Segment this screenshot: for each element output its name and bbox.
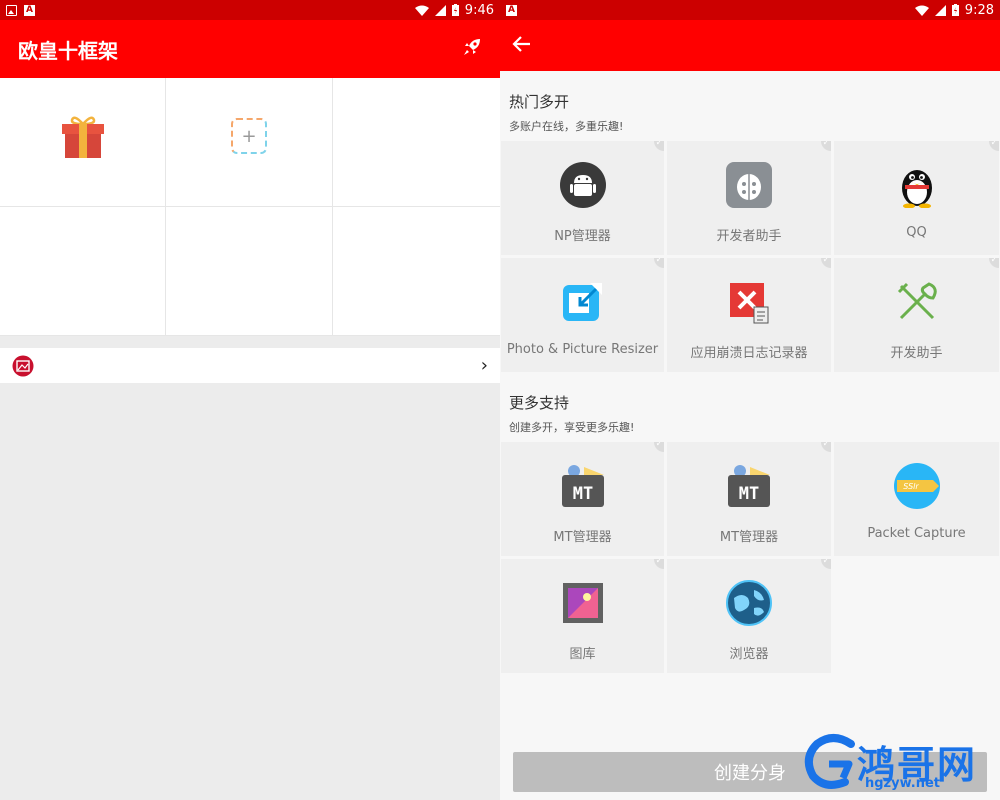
- app-grid: MT MT管理器 MT MT管理器 SSlr Packet Capture: [500, 442, 1000, 673]
- wifi-icon: [414, 5, 429, 16]
- add-icon: +: [231, 118, 267, 154]
- check-corner-icon: [815, 442, 831, 456]
- chevron-right-icon: ›: [480, 355, 488, 376]
- app-tile[interactable]: 图库: [501, 559, 664, 673]
- app-label: 应用崩溃日志记录器: [690, 346, 808, 361]
- check-corner-icon: [983, 258, 999, 272]
- launcher-grid: +: [0, 78, 500, 336]
- left-screen: A 9:46 欧皇十框架 + ›: [0, 0, 500, 800]
- ladybug-icon: [725, 161, 773, 209]
- wifi-icon: [914, 5, 929, 16]
- svg-text:MT: MT: [739, 484, 759, 504]
- resize-icon: [559, 278, 607, 326]
- app-tile[interactable]: MT MT管理器: [667, 442, 831, 556]
- app-tile[interactable]: 浏览器: [667, 559, 831, 673]
- check-corner-icon: [983, 141, 999, 155]
- svg-text:MT: MT: [572, 484, 592, 504]
- android-icon: [559, 161, 607, 209]
- battery-icon: [451, 4, 459, 16]
- status-bar: A 9:46: [0, 0, 500, 20]
- app-label: Photo & Picture Resizer: [506, 342, 659, 357]
- section-title: 热门多开: [509, 93, 570, 111]
- app-title: 欧皇十框架: [18, 38, 118, 63]
- app-tile[interactable]: QQ: [834, 141, 999, 255]
- clock: 9:28: [964, 2, 994, 18]
- watermark-logo-icon: [804, 734, 855, 789]
- grid-item-empty: [333, 207, 500, 336]
- status-bar: A 9:28: [500, 0, 1000, 20]
- signal-icon: [934, 4, 946, 16]
- check-corner-icon: [648, 442, 664, 456]
- qq-penguin-icon: [893, 161, 941, 209]
- grid-item-gift[interactable]: [0, 78, 166, 207]
- globe-icon: [725, 579, 773, 627]
- app-bar: [500, 20, 1000, 71]
- tools-icon: [893, 278, 941, 326]
- grid-item-add[interactable]: +: [166, 78, 333, 207]
- check-corner-icon: [815, 559, 831, 573]
- mt-icon: MT: [559, 462, 607, 510]
- more-section: 更多支持 创建多开，享受更多乐趣! MT MT管理器 MT MT管理器 SSlr: [500, 372, 1000, 673]
- app-grid: NP管理器 开发者助手 QQ Photo: [500, 141, 1000, 372]
- hot-section: 热门多开 多账户在线，多重乐趣! NP管理器 开发者助手: [500, 71, 1000, 372]
- check-corner-icon: [648, 258, 664, 272]
- app-tile[interactable]: 开发助手: [834, 258, 999, 372]
- battery-icon: [951, 4, 959, 16]
- svg-text:SSlr: SSlr: [903, 482, 919, 491]
- gallery-icon: [559, 579, 607, 627]
- check-corner-icon: [648, 559, 664, 573]
- app-label: MT管理器: [719, 530, 779, 545]
- crash-log-icon: [725, 278, 773, 326]
- app-label: 开发助手: [890, 346, 943, 361]
- gallery-badge-icon: [12, 355, 34, 376]
- signal-icon: [434, 4, 446, 16]
- app-tile[interactable]: Photo & Picture Resizer: [501, 258, 664, 372]
- app-tile[interactable]: SSlr Packet Capture: [834, 442, 999, 556]
- a-icon: A: [506, 4, 517, 16]
- app-tile[interactable]: NP管理器: [501, 141, 664, 255]
- app-label: NP管理器: [554, 229, 611, 244]
- section-subtitle: 创建多开，享受更多乐趣!: [509, 421, 635, 434]
- clock: 9:46: [464, 2, 494, 18]
- app-label: 开发者助手: [716, 229, 782, 244]
- gift-icon: [61, 116, 104, 158]
- check-corner-icon: [815, 258, 831, 272]
- app-label: 浏览器: [729, 647, 769, 662]
- app-label: MT管理器: [553, 530, 612, 545]
- app-bar: 欧皇十框架: [0, 20, 500, 78]
- image-icon: [6, 4, 17, 16]
- grid-item-empty: [333, 78, 500, 207]
- app-label: 图库: [569, 647, 596, 662]
- back-arrow-icon[interactable]: [512, 35, 532, 57]
- watermark-url: hgzyw.net: [865, 776, 941, 791]
- mt-icon: MT: [725, 462, 773, 510]
- check-corner-icon: [815, 141, 831, 155]
- watermark: 鸿哥网 hgzyw.net: [795, 728, 1000, 800]
- app-tile[interactable]: 应用崩溃日志记录器: [667, 258, 831, 372]
- banner-row[interactable]: ›: [0, 348, 500, 383]
- app-tile[interactable]: 开发者助手: [667, 141, 831, 255]
- a-icon: A: [24, 4, 35, 16]
- section-subtitle: 多账户在线，多重乐趣!: [509, 120, 624, 133]
- app-label: Packet Capture: [867, 526, 966, 541]
- grid-item-empty: [0, 207, 166, 336]
- section-title: 更多支持: [509, 394, 570, 412]
- ssl-icon: SSlr: [893, 462, 941, 510]
- rocket-icon[interactable]: [462, 37, 482, 61]
- right-screen: A 9:28 热门多开 多账户在线，多重乐趣! NP管理器: [500, 0, 1000, 800]
- app-tile[interactable]: MT MT管理器: [501, 442, 664, 556]
- grid-item-empty: [166, 207, 333, 336]
- app-label: QQ: [906, 225, 927, 240]
- check-corner-icon: [648, 141, 664, 155]
